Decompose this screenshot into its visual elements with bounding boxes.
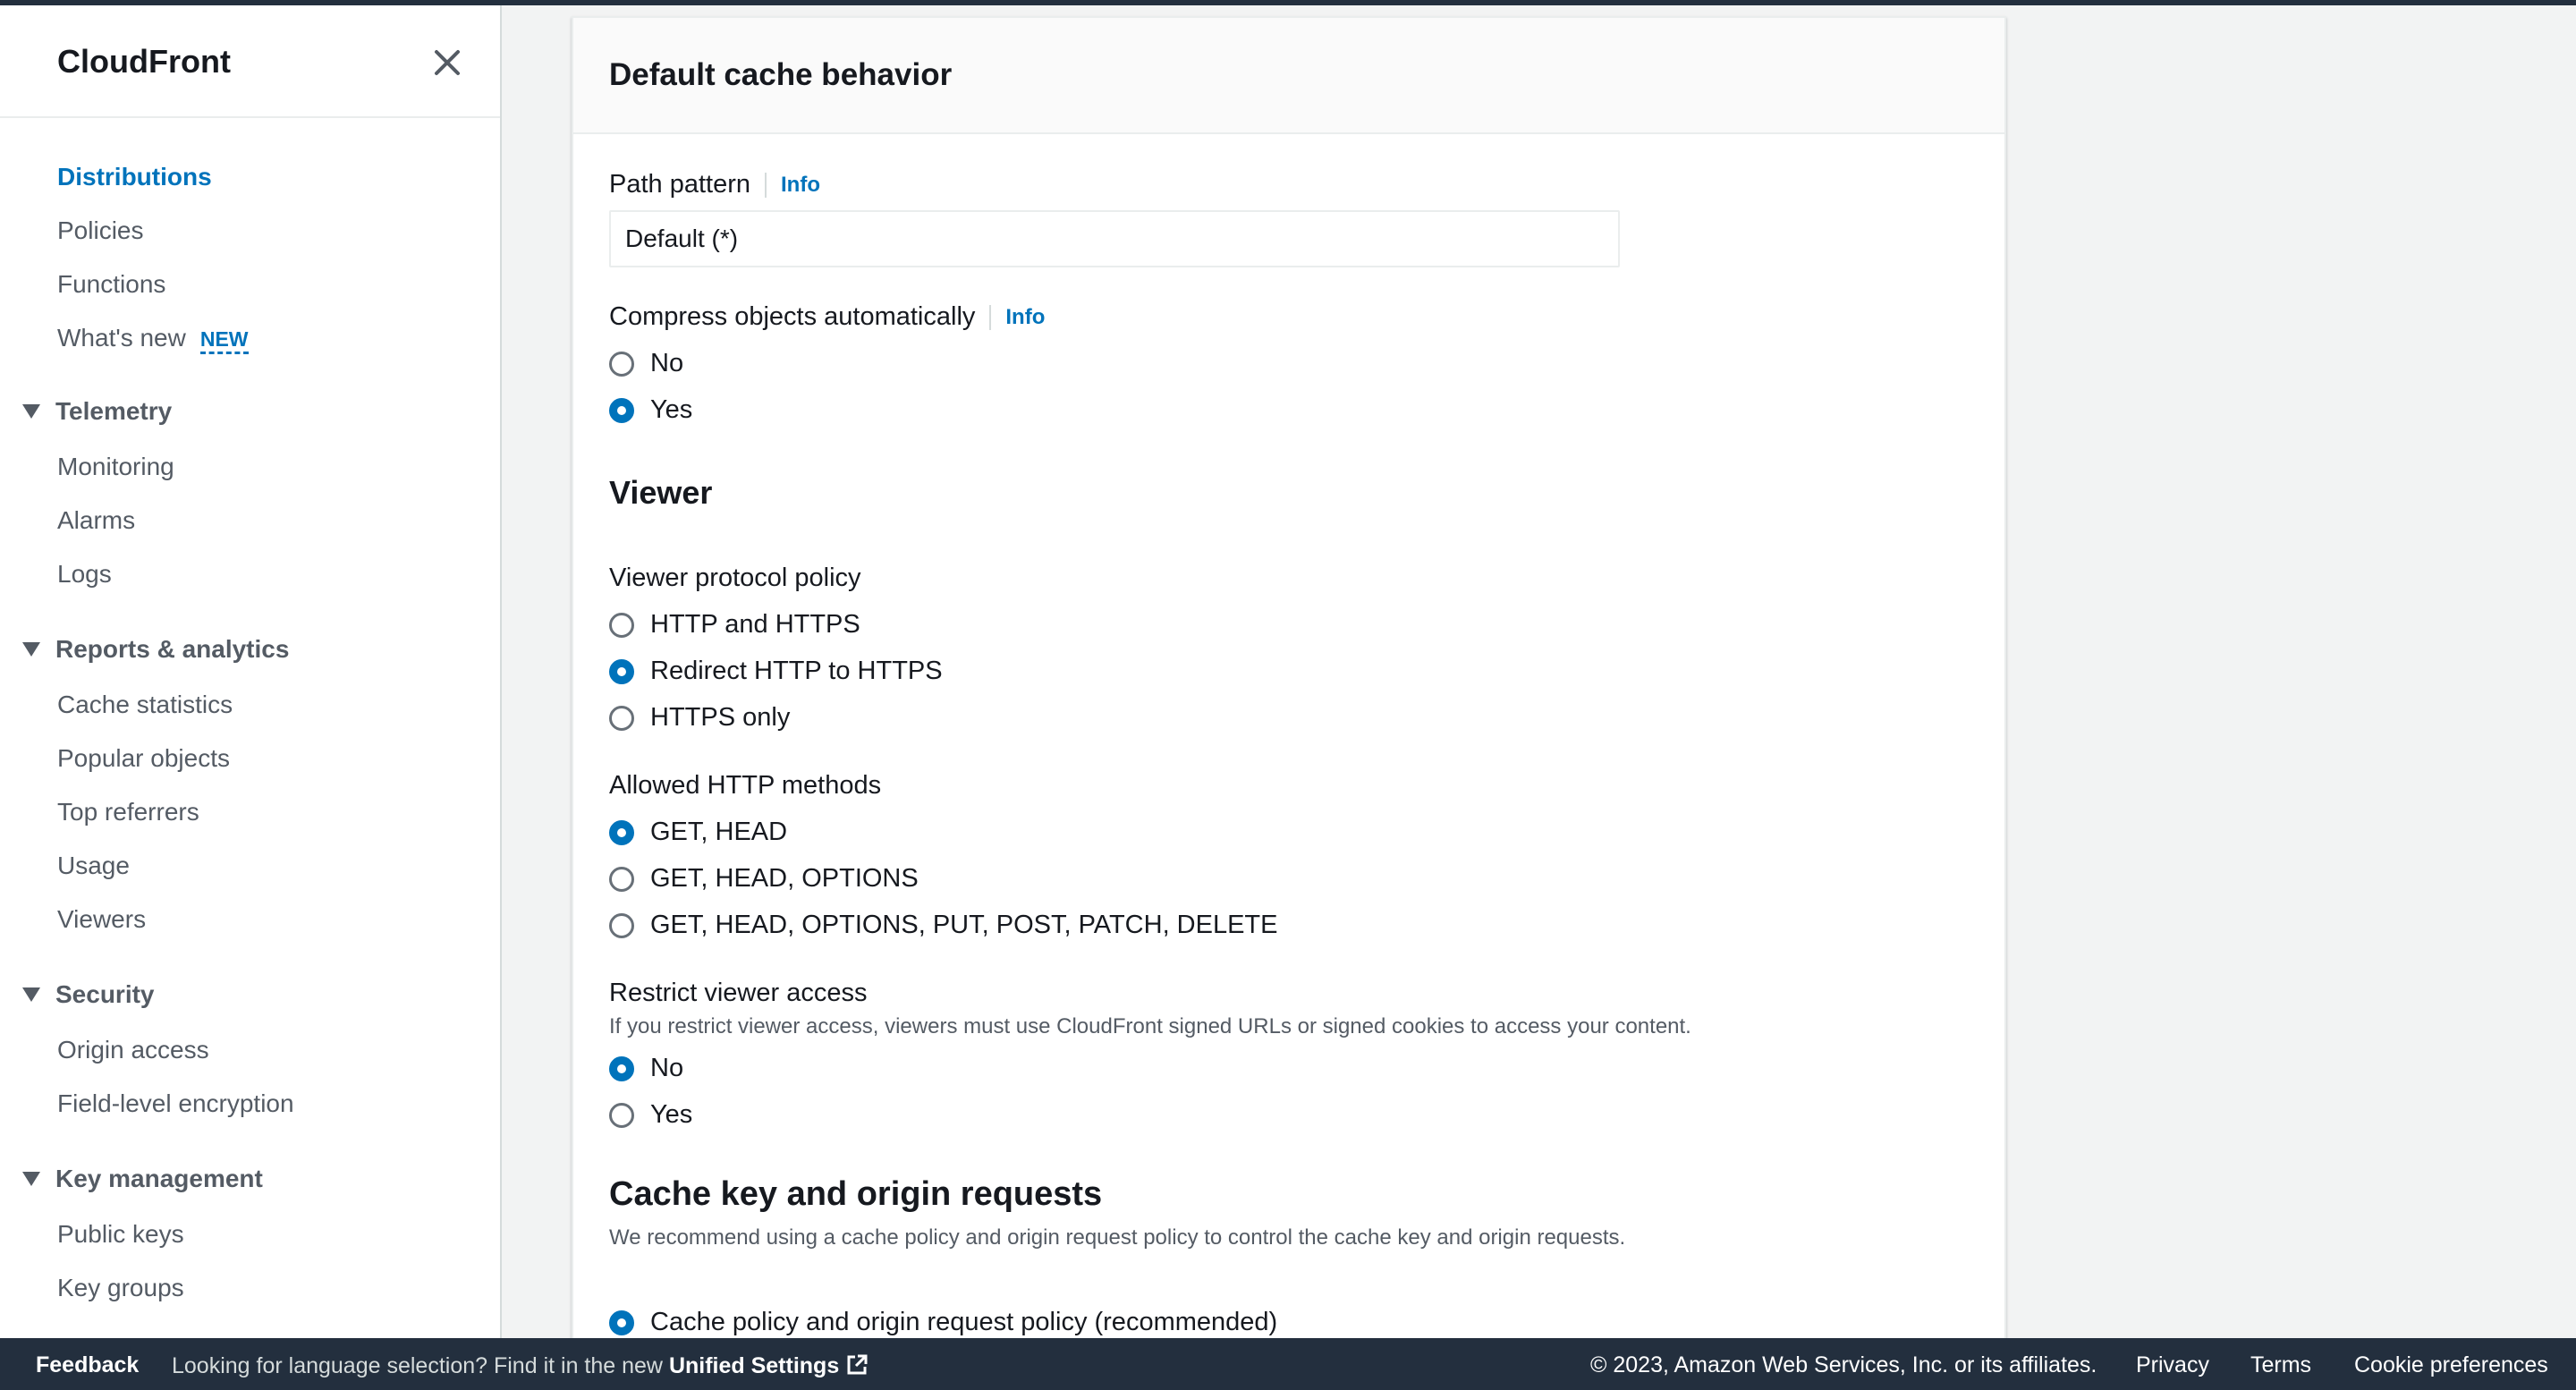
nav-item-policies[interactable]: Policies: [57, 216, 143, 245]
nav-item-whats-new-label: What's new: [57, 324, 186, 352]
radio-button-selected[interactable]: [609, 1309, 634, 1335]
caret-down-icon: [22, 1172, 40, 1186]
path-pattern-label: Path pattern: [609, 170, 750, 199]
nav-section-security[interactable]: Security: [21, 980, 155, 1009]
restrict-viewer-access-label: Restrict viewer access: [609, 979, 868, 1007]
radio-button[interactable]: [609, 705, 634, 731]
radio-button-selected[interactable]: [609, 658, 634, 684]
nav-section-label: Reports & analytics: [55, 635, 290, 663]
radio-button[interactable]: [609, 866, 634, 892]
default-cache-behavior-panel: Default cache behavior Path pattern Info…: [572, 16, 2006, 1340]
nav-section-label: Key management: [55, 1165, 263, 1192]
feedback-link[interactable]: Feedback: [36, 1352, 139, 1378]
caret-down-icon: [22, 987, 40, 1002]
restrict-option-no[interactable]: No: [609, 1054, 683, 1083]
cache-policy-option-recommended[interactable]: Cache policy and origin request policy (…: [609, 1308, 1277, 1337]
nav-item-popular-objects[interactable]: Popular objects: [57, 744, 230, 773]
unified-settings-link[interactable]: Unified Settings: [669, 1353, 869, 1378]
radio-button[interactable]: [609, 351, 634, 377]
cache-key-heading: Cache key and origin requests: [609, 1175, 1103, 1213]
radio-button-selected[interactable]: [609, 819, 634, 845]
nav-item-monitoring[interactable]: Monitoring: [57, 453, 174, 481]
radio-button-selected[interactable]: [609, 1055, 634, 1081]
nav-section-label: Telemetry: [55, 397, 173, 425]
radio-button[interactable]: [609, 1102, 634, 1128]
nav-section-key-management[interactable]: Key management: [21, 1165, 263, 1193]
privacy-link[interactable]: Privacy: [2136, 1352, 2209, 1378]
nav-item-distributions[interactable]: Distributions: [57, 163, 212, 191]
radio-label: No: [650, 349, 684, 377]
nav-item-cache-statistics[interactable]: Cache statistics: [57, 691, 233, 719]
radio-label: HTTPS only: [650, 703, 791, 732]
methods-option-get-head[interactable]: GET, HEAD: [609, 818, 787, 847]
viewer-protocol-policy-label: Viewer protocol policy: [609, 564, 861, 592]
viewer-heading: Viewer: [609, 474, 713, 511]
nav-item-public-keys[interactable]: Public keys: [57, 1220, 184, 1249]
sidebar-title[interactable]: CloudFront: [57, 43, 231, 81]
radio-label: GET, HEAD: [650, 818, 788, 846]
nav-item-field-level-encryption[interactable]: Field-level encryption: [57, 1089, 294, 1118]
radio-label: GET, HEAD, OPTIONS: [650, 864, 919, 893]
compress-option-yes[interactable]: Yes: [609, 395, 692, 425]
path-pattern-input[interactable]: [609, 210, 1620, 267]
radio-button[interactable]: [609, 912, 634, 938]
copyright-text: © 2023, Amazon Web Services, Inc. or its…: [1590, 1352, 2097, 1377]
language-notice-text: Looking for language selection? Find it …: [172, 1353, 663, 1378]
protocol-option-redirect-http-to-https[interactable]: Redirect HTTP to HTTPS: [609, 657, 943, 686]
nav-item-viewers[interactable]: Viewers: [57, 905, 146, 934]
methods-option-get-head-options[interactable]: GET, HEAD, OPTIONS: [609, 864, 919, 894]
sidebar-header: CloudFront: [0, 5, 500, 118]
nav-item-origin-access[interactable]: Origin access: [57, 1036, 209, 1064]
methods-option-all[interactable]: GET, HEAD, OPTIONS, PUT, POST, PATCH, DE…: [609, 911, 1278, 940]
compress-option-no[interactable]: No: [609, 349, 683, 378]
protocol-option-http-and-https[interactable]: HTTP and HTTPS: [609, 610, 860, 640]
compress-label-row: Compress objects automatically Info: [609, 302, 1045, 332]
new-badge: NEW: [199, 327, 249, 354]
external-link-icon: [847, 1354, 868, 1375]
nav-item-key-groups[interactable]: Key groups: [57, 1274, 184, 1302]
restrict-option-yes[interactable]: Yes: [609, 1100, 692, 1130]
nav-section-label: Security: [55, 980, 155, 1008]
restrict-viewer-access-description: If you restrict viewer access, viewers m…: [609, 1014, 1691, 1038]
nav-item-usage[interactable]: Usage: [57, 852, 130, 880]
side-navigation: CloudFront Distributions Policies Functi…: [0, 5, 502, 1338]
allowed-http-methods-label: Allowed HTTP methods: [609, 771, 882, 800]
radio-label: Yes: [650, 395, 693, 424]
nav-section-reports-analytics[interactable]: Reports & analytics: [21, 635, 289, 664]
nav-item-functions[interactable]: Functions: [57, 270, 165, 299]
cache-key-description: We recommend using a cache policy and or…: [609, 1225, 1626, 1250]
nav-item-top-referrers[interactable]: Top referrers: [57, 798, 199, 826]
radio-button-selected[interactable]: [609, 397, 634, 423]
compress-label: Compress objects automatically: [609, 302, 976, 331]
nav-item-whats-new[interactable]: What's new NEW: [57, 324, 249, 354]
path-pattern-info-link[interactable]: Info: [765, 172, 820, 198]
protocol-option-https-only[interactable]: HTTPS only: [609, 703, 790, 733]
panel-title: Default cache behavior: [609, 57, 953, 92]
close-navigation-button[interactable]: [429, 45, 465, 81]
panel-header: Default cache behavior: [573, 18, 2004, 134]
language-notice: Looking for language selection? Find it …: [172, 1352, 869, 1379]
close-icon: [435, 50, 460, 75]
radio-label: Cache policy and origin request policy (…: [650, 1308, 1278, 1336]
caret-down-icon: [22, 404, 40, 419]
unified-settings-label: Unified Settings: [668, 1353, 840, 1378]
radio-label: No: [650, 1054, 684, 1082]
nav-section-telemetry[interactable]: Telemetry: [21, 397, 172, 426]
nav-item-logs[interactable]: Logs: [57, 560, 112, 589]
radio-label: Yes: [650, 1100, 693, 1129]
nav-item-alarms[interactable]: Alarms: [57, 506, 135, 535]
radio-label: Redirect HTTP to HTTPS: [650, 657, 943, 685]
compress-info-link[interactable]: Info: [989, 304, 1045, 330]
radio-button[interactable]: [609, 612, 634, 638]
path-pattern-label-row: Path pattern Info: [609, 170, 820, 199]
cookie-preferences-link[interactable]: Cookie preferences: [2354, 1352, 2548, 1378]
console-footer: Feedback Looking for language selection?…: [0, 1338, 2576, 1390]
radio-label: GET, HEAD, OPTIONS, PUT, POST, PATCH, DE…: [650, 911, 1278, 939]
radio-label: HTTP and HTTPS: [650, 610, 860, 639]
terms-link[interactable]: Terms: [2250, 1352, 2311, 1378]
caret-down-icon: [22, 642, 40, 657]
